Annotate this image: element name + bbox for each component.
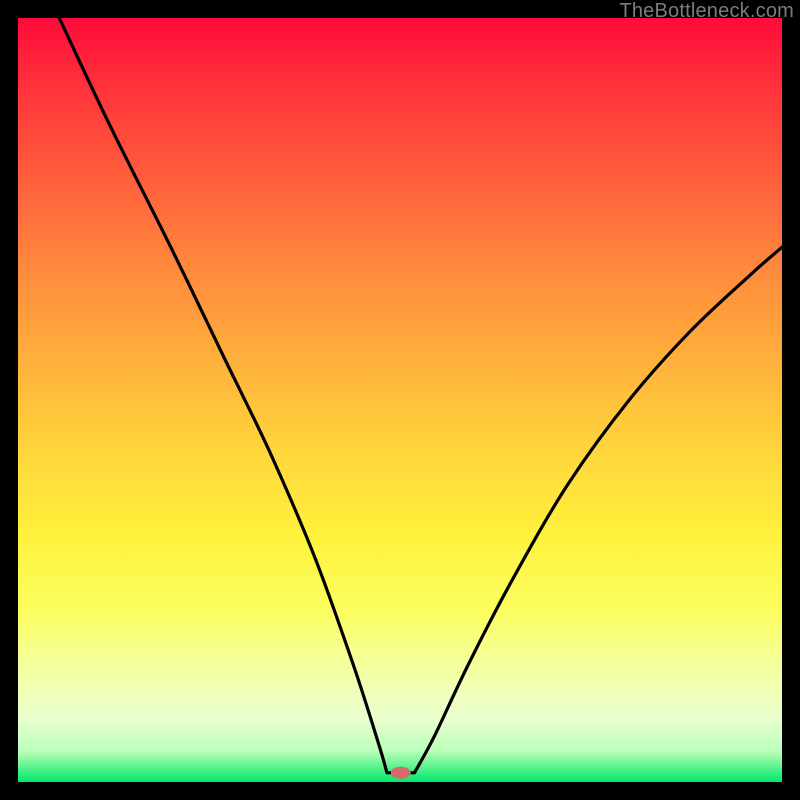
bottleneck-curve xyxy=(18,18,782,782)
optimum-marker xyxy=(391,767,411,779)
plot-frame xyxy=(18,18,782,782)
watermark-text: TheBottleneck.com xyxy=(619,0,794,23)
curve-path xyxy=(59,18,782,773)
